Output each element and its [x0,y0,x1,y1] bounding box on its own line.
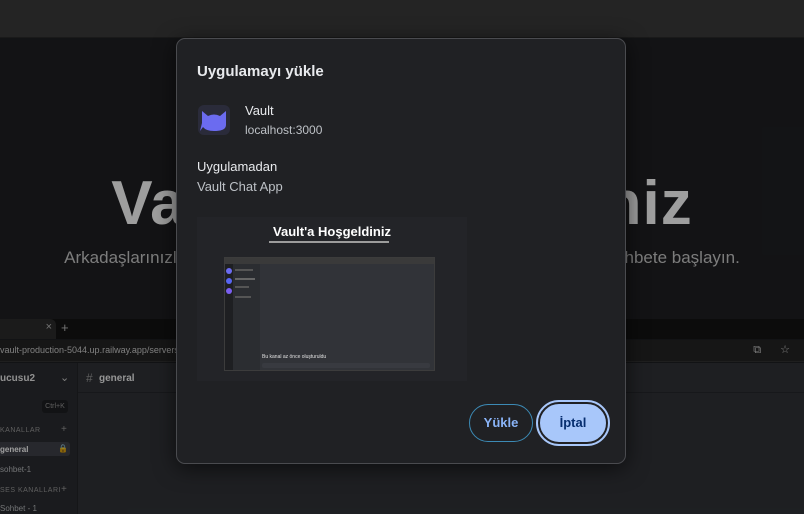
from-value: Vault Chat App [197,179,283,194]
vault-logo-icon [200,111,226,131]
preview-line [235,269,253,271]
preview-message-input [262,363,430,368]
preview-server-icon [226,288,232,294]
preview-server-icon [226,268,232,274]
from-label: Uygulamadan [197,159,278,174]
preview-welcome-text: Bu kanal az önce oluşturuldu [262,354,327,360]
preview-server-icon [226,278,232,284]
preview-server-rail [225,264,233,370]
install-app-dialog: Uygulamayı yükle Vault localhost:3000 Uy… [176,38,626,464]
preview-line [235,296,251,298]
preview-subtitle-line [269,241,389,243]
app-icon [198,105,230,135]
dialog-title: Uygulamayı yükle [197,63,324,80]
preview-chat-area: Bu kanal az önce oluşturuldu [260,264,434,370]
install-button[interactable]: Yükle [469,404,533,442]
app-screenshot-preview: Vault'a Hoşgeldiniz Bu kanal az önce olu… [197,217,467,381]
app-name: Vault [245,103,274,118]
app-host: localhost:3000 [245,123,323,137]
preview-line [235,286,249,288]
preview-app-window: Bu kanal az önce oluşturuldu [224,257,435,371]
cancel-button[interactable]: İptal [536,400,610,446]
preview-title: Vault'a Hoşgeldiniz [273,224,391,239]
preview-line [235,278,255,280]
preview-channel-list [233,264,259,370]
